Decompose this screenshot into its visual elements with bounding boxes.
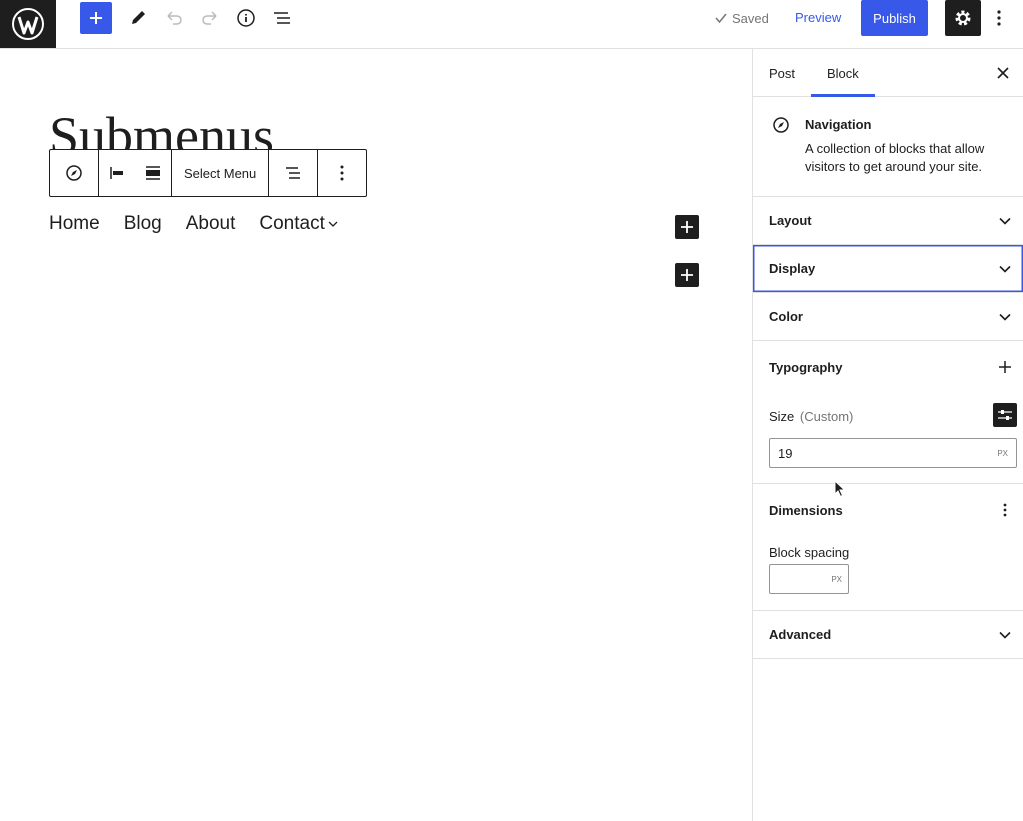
panel-color-title: Color [769, 309, 803, 324]
block-card-title: Navigation [805, 117, 872, 132]
undo-button[interactable] [158, 2, 190, 34]
plus-icon[interactable] [993, 355, 1017, 379]
font-size-label: Size (Custom) [769, 409, 854, 424]
panel-typography: Typography Size (Custom) 19 PX [753, 341, 1023, 484]
panel-typography-header[interactable]: Typography [753, 341, 1023, 393]
edit-tools-button[interactable] [122, 2, 154, 34]
settings-sidebar: Post Block Navigation A collection of bl… [752, 49, 1023, 821]
panel-typography-title: Typography [769, 359, 843, 375]
panel-layout-title: Layout [769, 213, 812, 228]
panel-dimensions: Dimensions Block spacing PX [753, 484, 1023, 611]
font-size-unit[interactable]: PX [997, 449, 1008, 458]
close-icon [997, 67, 1009, 79]
block-card: Navigation A collection of blocks that a… [753, 97, 1023, 197]
vertical-ellipsis-icon [997, 10, 1001, 26]
sidebar-tabs: Post Block [753, 49, 1023, 97]
options-more-button[interactable] [989, 2, 1009, 34]
chevron-down-icon [993, 623, 1017, 647]
add-block-button[interactable] [80, 2, 112, 34]
gear-icon [955, 10, 971, 26]
close-sidebar-button[interactable] [991, 61, 1015, 85]
checkmark-icon [715, 13, 727, 24]
block-options-button[interactable] [318, 150, 366, 196]
font-size-value: 19 [778, 445, 793, 461]
text-align-button[interactable] [269, 150, 317, 196]
navigation-compass-icon [769, 113, 793, 137]
panel-color[interactable]: Color [753, 293, 1023, 341]
select-menu-button[interactable]: Select Menu [172, 150, 268, 196]
settings-gear-button[interactable] [945, 0, 981, 36]
publish-button[interactable]: Publish [861, 0, 928, 36]
tab-block[interactable]: Block [811, 49, 875, 97]
sliders-icon [998, 410, 1012, 420]
font-size-input[interactable]: 19 PX [769, 438, 1017, 468]
tab-post[interactable]: Post [753, 49, 811, 97]
chevron-down-icon [993, 257, 1017, 281]
list-view-button[interactable] [266, 2, 298, 34]
preview-button[interactable]: Preview [795, 10, 841, 25]
panel-advanced[interactable]: Advanced [753, 611, 1023, 659]
vertical-ellipsis-icon[interactable] [993, 498, 1017, 522]
nav-item-home[interactable]: Home [49, 213, 100, 235]
chevron-down-icon [993, 305, 1017, 329]
panel-dimensions-header[interactable]: Dimensions [753, 484, 1023, 536]
block-spacing-input[interactable]: PX [769, 564, 849, 594]
panel-advanced-title: Advanced [769, 627, 832, 642]
navigation-block-icon[interactable] [50, 150, 98, 196]
add-block-inline-button[interactable] [675, 263, 699, 287]
chevron-down-icon [328, 221, 338, 227]
editor-canvas[interactable]: Submenus Select Menu Home Blog About Con… [0, 49, 752, 821]
top-toolbar: Saved Preview Publish [0, 0, 1023, 49]
nav-item-contact[interactable]: Contact [259, 213, 338, 235]
mouse-cursor-icon [834, 479, 846, 503]
nav-item-blog[interactable]: Blog [124, 213, 162, 235]
add-nav-item-button[interactable] [675, 215, 699, 239]
block-spacing-unit[interactable]: PX [831, 575, 842, 584]
saved-label: Saved [732, 10, 769, 26]
chevron-down-icon [993, 209, 1017, 233]
panel-display-title: Display [769, 261, 816, 276]
details-info-button[interactable] [230, 2, 262, 34]
nav-item-about[interactable]: About [186, 213, 236, 235]
justify-left-button[interactable] [99, 150, 135, 196]
redo-button[interactable] [194, 2, 226, 34]
navigation-block[interactable]: Home Blog About Contact [49, 213, 338, 235]
panel-layout[interactable]: Layout [753, 197, 1023, 245]
block-spacing-label: Block spacing [769, 545, 850, 560]
font-size-presets-toggle[interactable] [993, 403, 1017, 427]
saved-status: Saved [714, 10, 769, 26]
justify-wide-button[interactable] [135, 150, 171, 196]
panel-dimensions-title: Dimensions [769, 502, 843, 518]
block-toolbar: Select Menu [49, 149, 368, 197]
wordpress-logo-icon[interactable] [0, 0, 56, 48]
block-card-description: A collection of blocks that allow visito… [805, 141, 985, 174]
nav-item-contact-label: Contact [259, 213, 325, 234]
panel-display[interactable]: Display [753, 245, 1023, 293]
